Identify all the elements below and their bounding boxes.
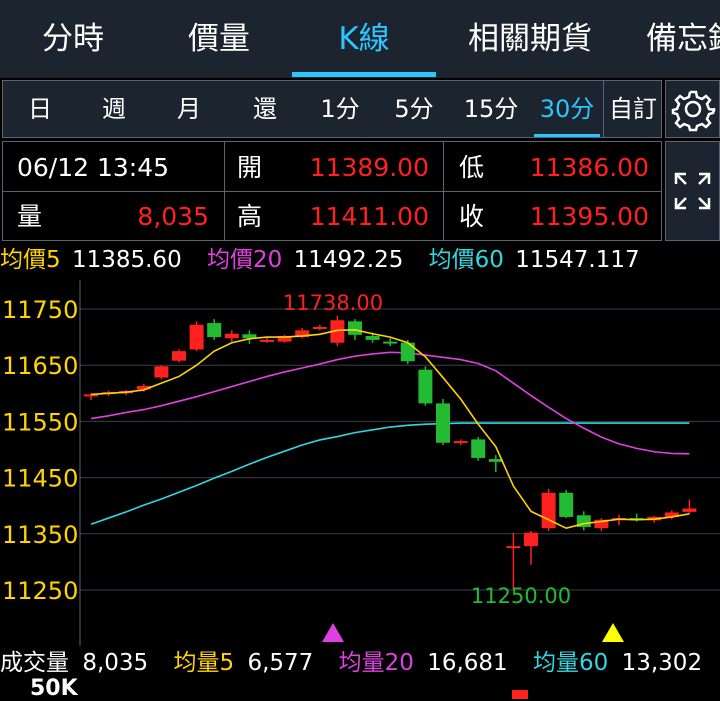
candle-body — [189, 324, 204, 350]
y-tick-label: 11750 — [2, 296, 78, 324]
candle-body — [224, 333, 239, 339]
close-label: 收 — [459, 202, 485, 231]
candle-body — [453, 441, 468, 444]
vol20-label: 均量20 — [338, 650, 414, 676]
candle-body — [154, 366, 169, 378]
marker-yellow-triangle — [602, 623, 624, 642]
ma-legend: 均價5 11385.60 均價20 11492.25 均價60 11547.11… — [0, 244, 640, 276]
candle-body — [436, 403, 450, 443]
high-label: 高 — [237, 202, 263, 231]
gear-icon — [671, 90, 716, 132]
kline-chart[interactable]: 117501165011550114501135011250 11738.00 … — [0, 280, 720, 646]
tab-memo[interactable]: 備忘錄 — [630, 0, 720, 78]
tab-price-volume[interactable]: 價量 — [146, 0, 292, 78]
low-label: 低 — [459, 153, 485, 182]
y-axis-labels: 11750 11650 11550 11450 11350 11250 — [2, 296, 78, 605]
y-tick-label: 11450 — [2, 465, 78, 493]
y-tick-label: 11550 — [2, 408, 78, 436]
high-value: 11411.00 — [309, 202, 429, 231]
candle-body — [383, 341, 398, 344]
settings-button[interactable] — [665, 80, 720, 138]
datetime: 06/12 13:45 — [17, 153, 170, 182]
candle-body — [471, 439, 486, 458]
candle-body — [506, 546, 521, 549]
candle-body — [524, 532, 538, 547]
vol20-value: 16,681 — [427, 650, 508, 676]
period-week[interactable]: 週 — [77, 81, 151, 137]
divider — [3, 191, 661, 192]
top-tab-bar: 分時 價量 K線 相關期貨 備忘錄 — [0, 0, 720, 78]
period-month[interactable]: 月 — [151, 81, 227, 137]
vol5-value: 6,577 — [247, 650, 314, 676]
ma20-line — [90, 351, 690, 455]
period-1min[interactable]: 1分 — [303, 81, 377, 137]
open-label: 開 — [237, 153, 263, 182]
volume-legend: 成交量 8,035 均量5 6,577 均量20 16,681 均量60 13,… — [0, 646, 702, 680]
open-value: 11389.00 — [309, 153, 429, 182]
candle-body — [260, 339, 274, 342]
vol5-label: 均量5 — [173, 650, 235, 676]
ma60-label: 均價60 — [428, 247, 504, 273]
volume-total-label: 成交量 — [0, 650, 69, 676]
min-price-label: 11250.00 — [471, 584, 571, 608]
period-custom[interactable]: 自訂 — [604, 81, 662, 137]
candle-body — [365, 335, 380, 340]
chart-grid — [80, 308, 720, 591]
ma60-value: 11547.117 — [515, 247, 640, 273]
quote-info-panel: 06/12 13:45 開 11389.00 低 11386.00 量 8,03… — [2, 141, 662, 241]
ma60-polyline — [90, 422, 690, 526]
marker-magenta-triangle — [322, 623, 344, 642]
period-day[interactable]: 日 — [3, 81, 77, 137]
candles — [84, 315, 697, 590]
candle-body — [207, 323, 222, 338]
ma20-polyline — [90, 351, 690, 455]
period-selector: 日 週 月 還 1分 5分 15分 30分 自訂 — [2, 80, 662, 138]
ma20-label: 均價20 — [207, 247, 283, 273]
close-value: 11395.00 — [529, 202, 649, 231]
candle-body — [559, 492, 574, 517]
candle-body — [172, 351, 186, 361]
y-tick-label: 11350 — [2, 521, 78, 549]
period-restore[interactable]: 還 — [227, 81, 303, 137]
volume-bar — [512, 690, 528, 699]
candle-body — [312, 326, 327, 329]
volume-value: 8,035 — [137, 202, 209, 231]
candle-body — [348, 321, 362, 335]
period-5min[interactable]: 5分 — [377, 81, 451, 137]
volume-label: 量 — [17, 202, 43, 231]
ma5-label: 均價5 — [0, 247, 61, 273]
active-period-indicator — [534, 134, 600, 137]
fullscreen-button[interactable] — [665, 141, 720, 241]
low-value: 11386.00 — [529, 153, 649, 182]
vol60-value: 13,302 — [621, 650, 703, 676]
volume-total-value: 8,035 — [82, 650, 149, 676]
ma60-line — [90, 422, 690, 526]
tab-time-sharing[interactable]: 分時 — [0, 0, 146, 78]
y-tick-label: 11250 — [2, 577, 78, 605]
ma5-value: 11385.60 — [71, 247, 182, 273]
volume-axis-label: 50K — [30, 676, 78, 701]
period-30min[interactable]: 30分 — [531, 81, 603, 137]
ma20-value: 11492.25 — [293, 247, 404, 273]
candle-body — [418, 369, 433, 404]
tab-related-futures[interactable]: 相關期貨 — [436, 0, 624, 78]
max-price-label: 11738.00 — [283, 291, 383, 315]
period-15min[interactable]: 15分 — [451, 81, 531, 137]
expand-icon — [674, 172, 711, 210]
active-tab-indicator — [292, 72, 436, 77]
candle-body — [400, 342, 415, 362]
candle-body — [682, 508, 697, 512]
tab-kline[interactable]: K線 — [292, 0, 436, 78]
vol60-label: 均量60 — [533, 650, 609, 676]
y-tick-label: 11650 — [2, 352, 78, 380]
